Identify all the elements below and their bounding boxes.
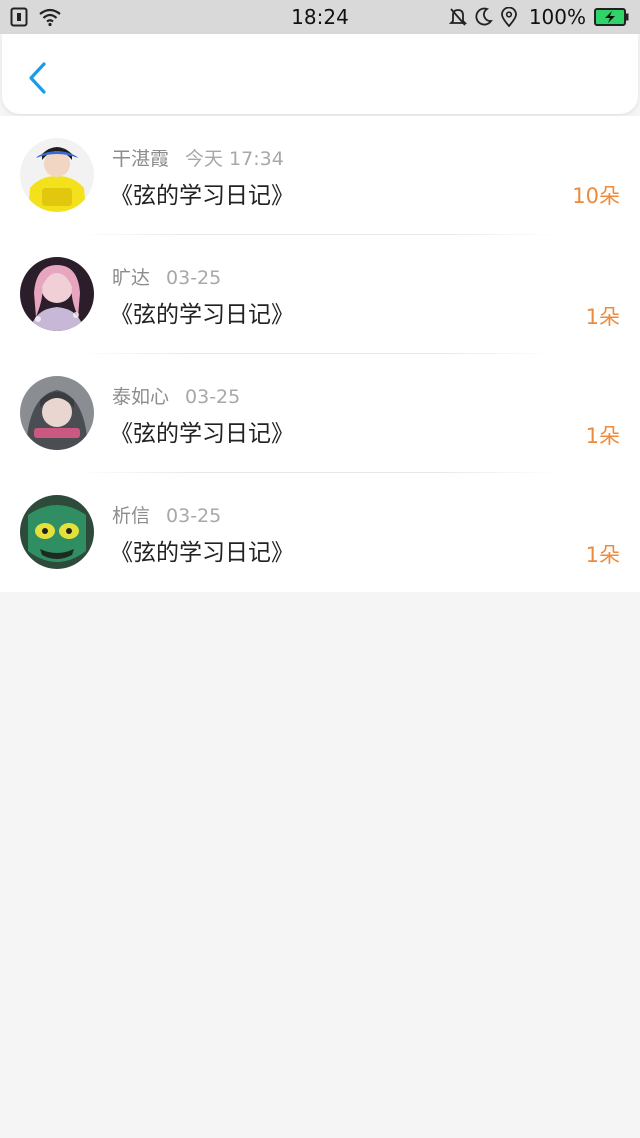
book-title: 《弦的学习日记》 (110, 540, 294, 566)
battery-percent: 100% (528, 5, 586, 29)
avatar[interactable] (20, 376, 94, 450)
status-bar: 18:24 100% (0, 0, 640, 34)
sender-meta: 析信 03-25 (112, 501, 221, 528)
sender-name: 析信 (112, 505, 151, 527)
location-icon (500, 7, 517, 27)
flower-count: 10朵 (572, 184, 620, 208)
list-item[interactable]: 旷达 03-25 《弦的学习日记》 1朵 (0, 235, 640, 354)
mute-icon (448, 7, 467, 27)
chevron-left-icon (27, 61, 47, 95)
battery-charging-icon (594, 7, 630, 27)
status-right: 100% (448, 5, 630, 29)
book-title: 《弦的学习日记》 (110, 302, 294, 328)
sender-meta: 干湛霞 今天 17:34 (112, 144, 284, 171)
list-item[interactable]: 泰如心 03-25 《弦的学习日记》 1朵 (0, 354, 640, 473)
sim-icon (10, 7, 28, 27)
book-title: 《弦的学习日记》 (110, 421, 294, 447)
status-left (10, 7, 130, 27)
sender-meta: 旷达 03-25 (112, 263, 221, 290)
list-item[interactable]: 析信 03-25 《弦的学习日记》 1朵 (0, 473, 640, 592)
sender-name: 干湛霞 (112, 148, 170, 170)
send-date: 03-25 (166, 267, 222, 289)
avatar[interactable] (20, 495, 94, 569)
avatar[interactable] (20, 257, 94, 331)
back-button[interactable] (20, 60, 54, 96)
flower-count: 1朵 (585, 543, 620, 567)
moon-icon (475, 7, 493, 27)
flower-count: 1朵 (585, 424, 620, 448)
send-date: 今天 17:34 (185, 148, 284, 170)
send-date: 03-25 (185, 386, 241, 408)
sender-meta: 泰如心 03-25 (112, 382, 240, 409)
book-title: 《弦的学习日记》 (110, 183, 294, 209)
flower-count: 1朵 (585, 305, 620, 329)
list-item[interactable]: 干湛霞 今天 17:34 《弦的学习日记》 10朵 (0, 116, 640, 235)
navigation-bar (2, 34, 638, 114)
sender-name: 泰如心 (112, 386, 170, 408)
wifi-icon (38, 7, 62, 27)
avatar[interactable] (20, 138, 94, 212)
send-date: 03-25 (166, 505, 222, 527)
gift-record-list: 干湛霞 今天 17:34 《弦的学习日记》 10朵 旷达 03-25 《弦的学习日记… (0, 116, 640, 592)
sender-name: 旷达 (112, 267, 151, 289)
